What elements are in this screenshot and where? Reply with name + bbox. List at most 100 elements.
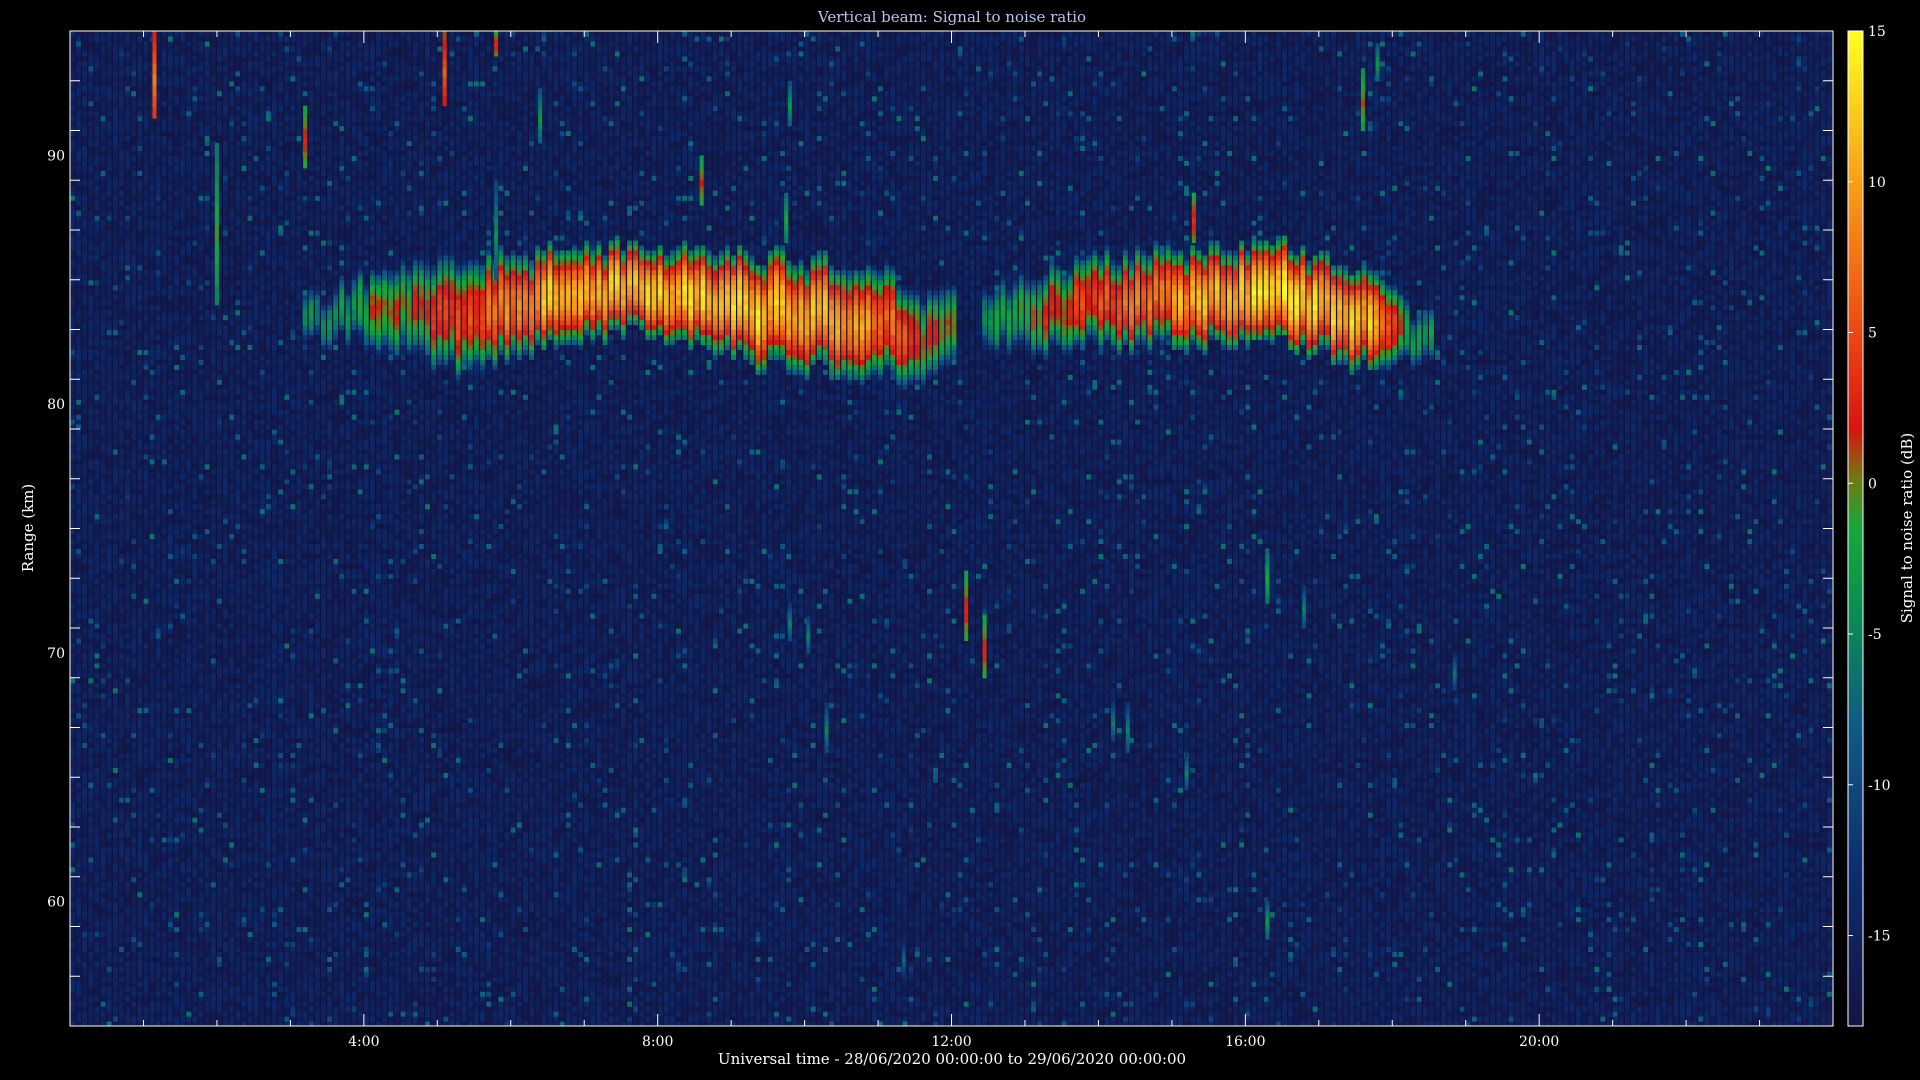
heatmap-cell [88, 822, 93, 828]
heatmap-cell [82, 583, 87, 589]
heatmap-cell [76, 46, 81, 52]
heatmap-cell [82, 733, 87, 739]
heatmap-cell [82, 339, 87, 345]
heatmap-cell [88, 907, 93, 913]
heatmap-cell [88, 489, 93, 495]
heatmap-cell [82, 81, 87, 87]
heatmap-cell [88, 603, 93, 609]
heatmap-cell [88, 842, 93, 848]
heatmap-cell [88, 429, 93, 435]
heatmap-cell [76, 902, 81, 908]
heatmap-cell [70, 150, 75, 156]
heatmap-cell [70, 678, 75, 684]
heatmap-cell [70, 344, 75, 350]
heatmap-cell [82, 887, 87, 893]
heatmap-cell [76, 320, 81, 326]
heatmap-cell [70, 847, 75, 853]
heatmap-cell [82, 509, 87, 515]
heatmap-cell [88, 240, 93, 246]
heatmap-cell [88, 459, 93, 465]
heatmap-cell [88, 782, 93, 788]
heatmap-cell [76, 857, 81, 863]
heatmap-cell [76, 907, 81, 913]
heatmap-cell [88, 484, 93, 490]
heatmap-cell [70, 558, 75, 564]
heatmap-cell [70, 812, 75, 818]
heatmap-cell [70, 733, 75, 739]
heatmap-cell [88, 623, 93, 629]
heatmap-cell [76, 718, 81, 724]
heatmap-cell [76, 91, 81, 97]
heatmap-cell [82, 723, 87, 729]
heatmap-cell [82, 737, 87, 743]
heatmap-cell [76, 285, 81, 291]
heatmap-cell [88, 772, 93, 778]
heatmap-cell [76, 782, 81, 788]
heatmap-cell [82, 325, 87, 331]
snr-heatmap-figure: Vertical beam: Signal to noise ratio 4:0… [0, 0, 1920, 1080]
heatmap-cell [76, 812, 81, 818]
heatmap-cell [82, 131, 87, 137]
heatmap-cell [88, 812, 93, 818]
heatmap-cell [76, 653, 81, 659]
heatmap-cell [76, 106, 81, 112]
heatmap-cell [70, 195, 75, 201]
heatmap-cell [82, 603, 87, 609]
heatmap-cell [70, 887, 75, 893]
heatmap-cell [76, 827, 81, 833]
heatmap-cell [76, 514, 81, 520]
heatmap-cell [70, 927, 75, 933]
heatmap-cell [76, 817, 81, 823]
heatmap-cell [88, 339, 93, 345]
heatmap-cell [76, 290, 81, 296]
heatmap-cell [70, 1016, 75, 1022]
heatmap-cell [88, 1006, 93, 1012]
heatmap-cell [88, 494, 93, 500]
heatmap-cell [82, 290, 87, 296]
heatmap-cell [82, 718, 87, 724]
heatmap-cell [88, 598, 93, 604]
heatmap-cell [88, 354, 93, 360]
heatmap-cell [82, 837, 87, 843]
heatmap-cell [82, 484, 87, 490]
heatmap-cell [88, 767, 93, 773]
heatmap-cell [76, 131, 81, 137]
heatmap-cell [76, 494, 81, 500]
heatmap-cell [76, 384, 81, 390]
heatmap-cell [82, 1016, 87, 1022]
heatmap-cell [82, 633, 87, 639]
heatmap-cell [88, 728, 93, 734]
heatmap-cell [70, 882, 75, 888]
heatmap-cell [76, 240, 81, 246]
heatmap-cell [76, 200, 81, 206]
heatmap-cell [88, 126, 93, 132]
heatmap-cell [76, 598, 81, 604]
heatmap-cell [70, 66, 75, 72]
heatmap-cell [70, 633, 75, 639]
heatmap-cell [88, 613, 93, 619]
heatmap-cell [70, 514, 75, 520]
heatmap-cell [88, 384, 93, 390]
heatmap-cell [82, 857, 87, 863]
heatmap-cell [76, 185, 81, 191]
heatmap-cell [82, 558, 87, 564]
heatmap-cell [76, 270, 81, 276]
heatmap-cell [70, 767, 75, 773]
heatmap-cell [82, 449, 87, 455]
heatmap-cell [82, 419, 87, 425]
heatmap-cell [82, 126, 87, 132]
heatmap-cell [76, 310, 81, 316]
heatmap-cell [70, 145, 75, 151]
heatmap-cell [76, 837, 81, 843]
heatmap-cell [88, 131, 93, 137]
heatmap-cell [88, 862, 93, 868]
heatmap-cell [88, 752, 93, 758]
heatmap-cell [76, 802, 81, 808]
heatmap-cell [88, 529, 93, 535]
heatmap-cell [88, 469, 93, 475]
heatmap-cell [76, 509, 81, 515]
heatmap-cell [82, 121, 87, 127]
heatmap-cell [88, 320, 93, 326]
heatmap-cell [76, 862, 81, 868]
heatmap-cell [82, 429, 87, 435]
